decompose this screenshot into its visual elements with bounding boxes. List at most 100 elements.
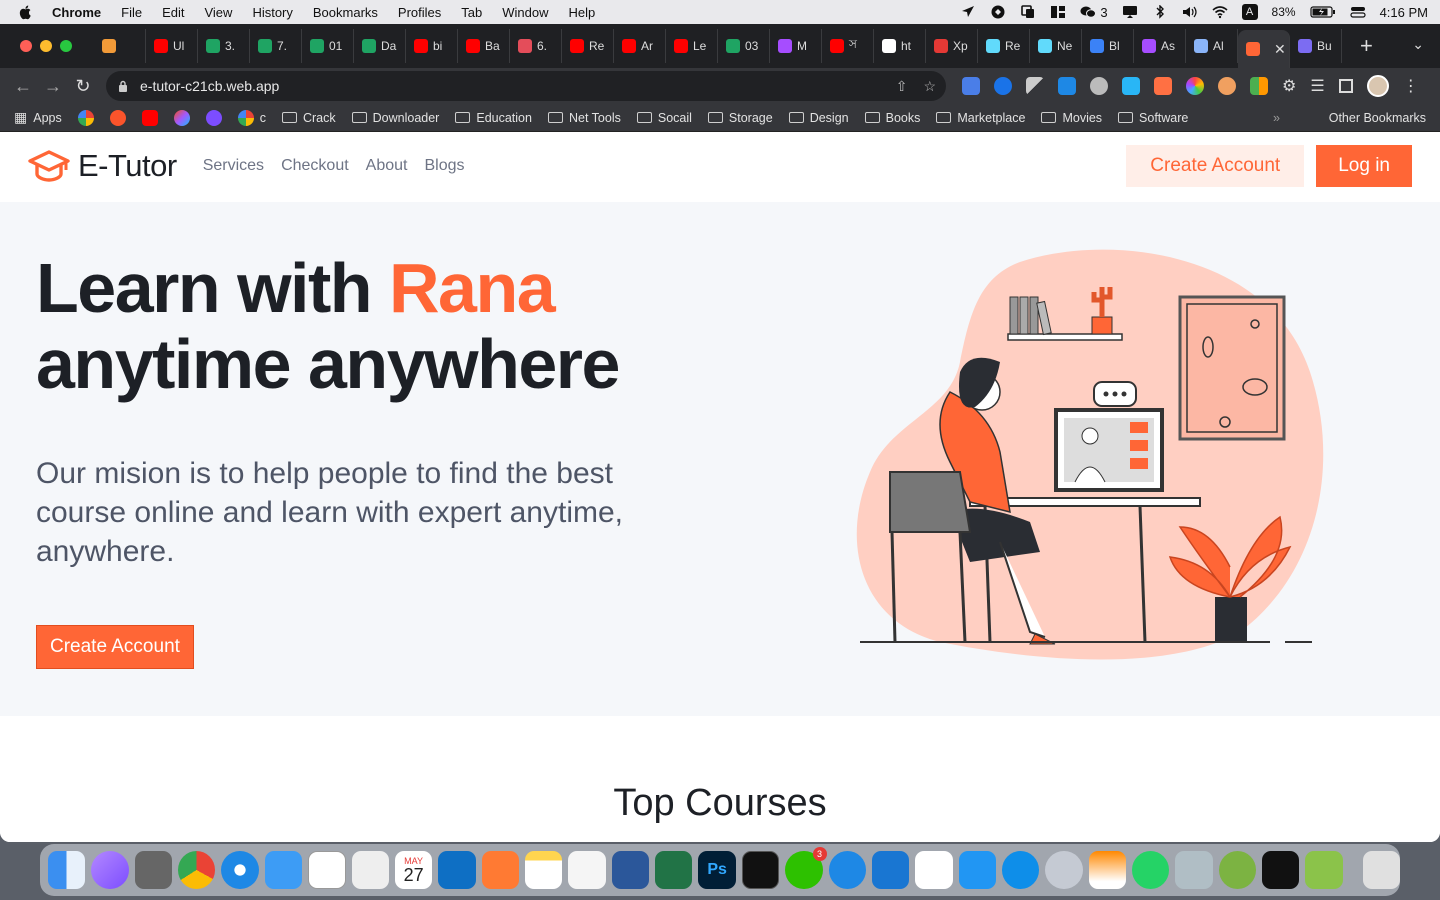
teamviewer-icon[interactable] [1001, 851, 1040, 889]
nav-link-services[interactable]: Services [203, 157, 264, 175]
close-tab-icon[interactable]: ✕ [1274, 41, 1286, 58]
menu-view[interactable]: View [204, 5, 232, 20]
hero-create-account-button[interactable]: Create Account [36, 625, 194, 669]
telegram-icon[interactable] [828, 851, 866, 889]
browser-tab[interactable]: M [770, 29, 822, 63]
chameleon-icon[interactable] [1218, 851, 1257, 889]
bookmark-folder-movies[interactable]: Movies [1041, 111, 1102, 125]
reading-list-icon[interactable]: ☰ [1310, 76, 1324, 96]
apple-menu-icon[interactable] [18, 4, 34, 20]
textedit-icon[interactable] [568, 851, 606, 889]
quill-icon[interactable] [91, 851, 129, 889]
safari-icon[interactable] [221, 851, 259, 889]
word-icon[interactable] [611, 851, 650, 889]
menu-file[interactable]: File [121, 5, 142, 20]
nav-link-checkout[interactable]: Checkout [281, 157, 349, 175]
bookmark-star-icon[interactable]: ☆ [923, 78, 936, 95]
bookmark-brave[interactable] [109, 109, 126, 126]
browser-tab[interactable]: 03 [718, 29, 770, 63]
translate-extension-icon[interactable] [962, 77, 980, 95]
site-logo[interactable]: E-Tutor [28, 148, 177, 184]
browser-tab[interactable] [94, 29, 146, 63]
menu-window[interactable]: Window [502, 5, 548, 20]
vscode-icon[interactable] [438, 851, 476, 889]
back-arrow-icon[interactable]: ← [8, 76, 38, 97]
nav-link-about[interactable]: About [366, 157, 408, 175]
teamviewer-meet-icon[interactable] [871, 851, 910, 889]
zoom-window-button[interactable] [60, 40, 72, 52]
bookmarks-overflow-chevron-icon[interactable]: » [1273, 111, 1280, 125]
screenshot-icon[interactable] [351, 851, 389, 889]
screen-mirroring-icon[interactable] [1122, 5, 1138, 19]
bookmark-pen[interactable] [205, 109, 222, 126]
browser-tab[interactable]: ht [874, 29, 926, 63]
browser-tab[interactable]: Ba [458, 29, 510, 63]
bookmark-figma[interactable] [173, 109, 190, 126]
profile-avatar[interactable] [1366, 75, 1389, 97]
url-text[interactable]: e-tutor-c21cb.web.app [140, 78, 279, 94]
browser-tab[interactable]: 01 [302, 29, 354, 63]
calculator-icon[interactable] [134, 851, 173, 889]
browser-tab[interactable]: 3. [198, 29, 250, 63]
excel-icon[interactable] [655, 851, 693, 889]
reload-icon[interactable]: ↻ [68, 76, 98, 97]
menu-edit[interactable]: Edit [162, 5, 184, 20]
bookmark-folder-downloader[interactable]: Downloader [351, 111, 439, 125]
sketch-pen-icon[interactable] [481, 851, 519, 889]
nav-link-blogs[interactable]: Blogs [424, 157, 464, 175]
close-window-button[interactable] [20, 40, 32, 52]
wifi-icon[interactable] [1212, 5, 1228, 19]
bookmark-google[interactable] [77, 109, 94, 126]
browser-tab[interactable]: Re [978, 29, 1030, 63]
chrome-menu-icon[interactable]: ⋮ [1403, 76, 1419, 96]
extension-icon-2[interactable] [994, 77, 1012, 95]
terminal-icon[interactable] [1262, 851, 1300, 889]
create-account-button[interactable]: Create Account [1126, 145, 1305, 187]
browser-tab[interactable]: Le [666, 29, 718, 63]
browser-tab[interactable]: Ul [146, 29, 198, 63]
menu-bar-clock[interactable]: 4:16 PM [1380, 5, 1428, 20]
location-arrow-icon[interactable] [960, 5, 976, 19]
browser-tab[interactable]: 7. [250, 29, 302, 63]
volume-icon[interactable] [1182, 5, 1198, 19]
browser-tab[interactable]: Xp [926, 29, 978, 63]
system-preferences-icon[interactable] [1045, 851, 1083, 889]
vlc-icon[interactable] [1088, 851, 1127, 889]
extension-icon-4[interactable] [1058, 77, 1076, 95]
new-tab-button[interactable]: + [1360, 33, 1373, 59]
browser-tab[interactable]: স [822, 29, 874, 63]
bookmark-c[interactable]: c [237, 109, 266, 126]
browser-tab[interactable]: bi [406, 29, 458, 63]
extension-icon-6[interactable] [1122, 77, 1140, 95]
vpn-icon[interactable] [990, 5, 1006, 19]
virtualbox-icon[interactable] [1305, 851, 1343, 889]
bookmark-youtube[interactable] [141, 109, 158, 126]
bookmark-folder-books[interactable]: Books [864, 111, 920, 125]
browser-tab[interactable]: Bu [1290, 29, 1342, 63]
login-button[interactable]: Log in [1316, 145, 1412, 187]
browser-tab[interactable]: Bl [1082, 29, 1134, 63]
bookmark-folder-design[interactable]: Design [788, 111, 849, 125]
bookmark-folder-net-tools[interactable]: Net Tools [547, 111, 621, 125]
notes-icon[interactable] [524, 851, 563, 889]
window-manager-icon[interactable] [1050, 5, 1066, 19]
bookmark-folder-education[interactable]: Education [455, 111, 532, 125]
tab-active[interactable]: ✕ [1238, 30, 1290, 68]
puzzle-extensions-icon[interactable]: ⚙ [1282, 76, 1296, 96]
extension-icon-10[interactable] [1250, 77, 1268, 95]
blue-cube-icon[interactable] [915, 851, 953, 889]
side-panel-icon[interactable] [1338, 79, 1353, 93]
bookmark-folder-storage[interactable]: Storage [707, 111, 773, 125]
menu-tab[interactable]: Tab [461, 5, 482, 20]
mail-icon[interactable] [264, 851, 303, 889]
input-source-indicator[interactable]: A [1241, 4, 1258, 20]
bookmark-apps[interactable]: ▦ Apps [14, 109, 62, 126]
browser-tab[interactable]: Ar [614, 29, 666, 63]
calendar-icon[interactable]: MAY 27 [394, 851, 433, 889]
browser-tab[interactable]: Ne [1030, 29, 1082, 63]
share-icon[interactable]: ⇧ [896, 78, 908, 95]
tab-search-chevron-icon[interactable]: ⌄ [1412, 36, 1424, 53]
screen-share-icon[interactable] [958, 851, 996, 889]
control-center-icon[interactable] [1349, 5, 1366, 19]
activity-monitor-icon[interactable] [741, 851, 780, 889]
